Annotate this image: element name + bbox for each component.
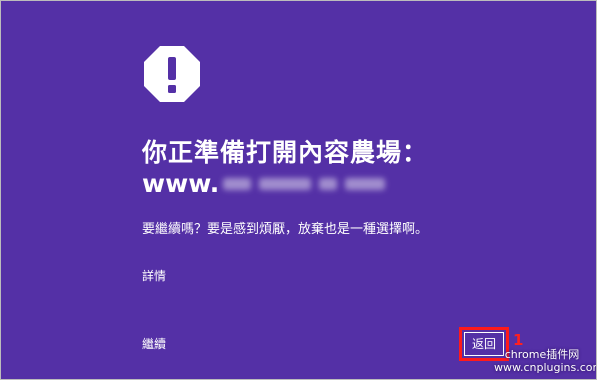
site-prefix: www. — [142, 169, 220, 198]
content-farm-warning-screen: 你正準備打開內容農場： www. 要繼續嗎？要是感到煩厭，放棄也是一種選擇啊。 … — [0, 0, 597, 380]
step-number: 1 — [513, 331, 524, 349]
blocked-site-url: www. — [142, 168, 389, 200]
watermark-url: www.cnplugins.com — [494, 361, 597, 374]
watermark-title: chrome插件网 — [504, 348, 580, 361]
warning-message: 要繼續嗎？要是感到煩厭，放棄也是一種選擇啊。 — [142, 222, 429, 237]
warning-octagon-icon — [144, 46, 200, 102]
continue-link[interactable]: 繼續 — [142, 336, 166, 352]
details-link[interactable]: 詳情 — [142, 268, 166, 284]
warning-title: 你正準備打開內容農場： — [142, 138, 429, 167]
blurred-domain — [223, 175, 389, 193]
site-watermark: chrome插件网 www.cnplugins.com — [494, 348, 597, 374]
